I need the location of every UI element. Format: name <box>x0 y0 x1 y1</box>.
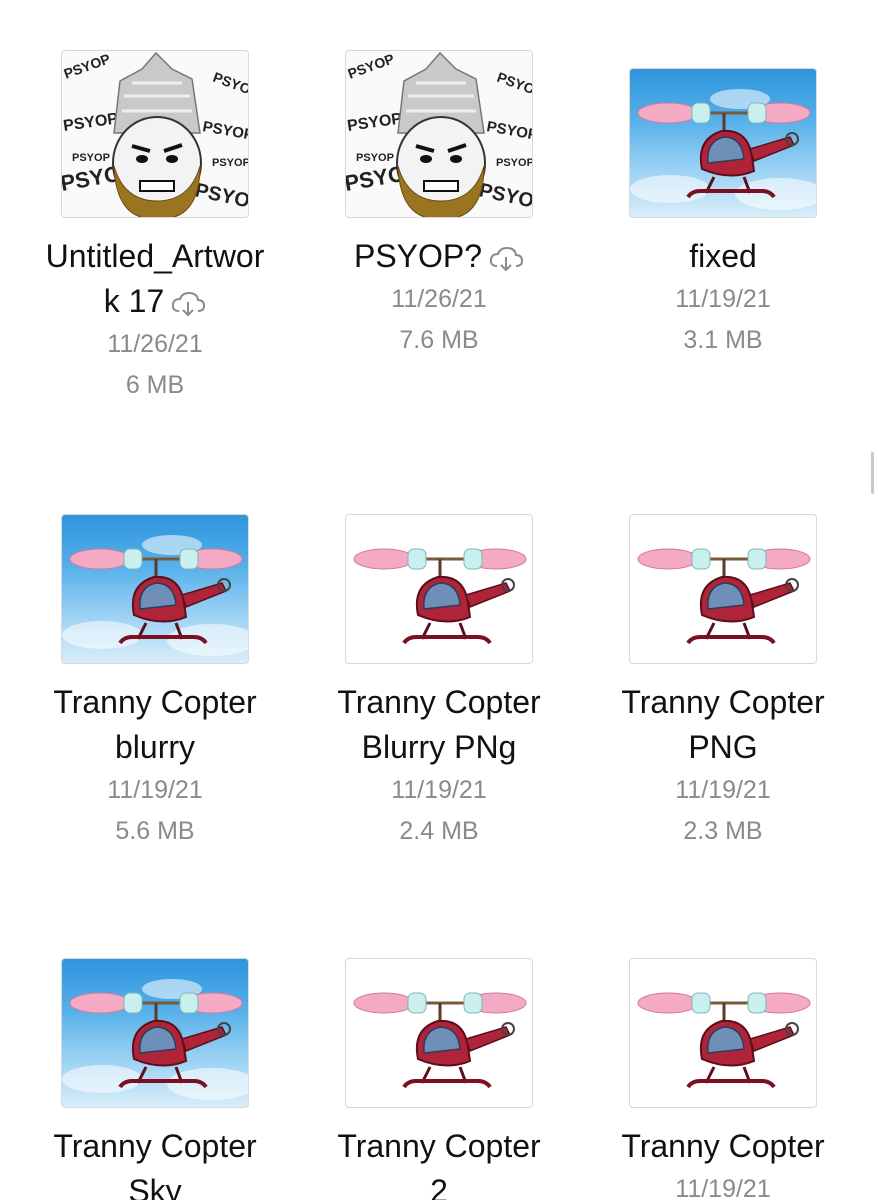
helicopter-image <box>346 535 532 656</box>
file-thumbnail[interactable] <box>629 68 817 218</box>
file-name: Tranny Copter PNG 11/19/21 2.3 MB <box>581 680 865 852</box>
file-item[interactable]: Tranny Copter PNG 11/19/21 2.3 MB <box>581 496 865 856</box>
file-date: 11/19/21 <box>675 776 771 804</box>
file-item[interactable]: Tranny Copter Sky <box>13 940 297 1200</box>
file-item[interactable]: fixed 11/19/21 3.1 MB <box>581 50 865 410</box>
helicopter-image <box>62 535 248 656</box>
svg-text:PSYOP: PSYOP <box>193 179 249 215</box>
file-thumbnail[interactable] <box>345 958 533 1108</box>
file-name: Tranny Copter 11/19/21 <box>581 1124 865 1200</box>
file-thumbnail[interactable] <box>61 958 249 1108</box>
svg-text:PSYOP: PSYOP <box>211 69 249 101</box>
file-name: Untitled_Artwor k 17 11/26/21 6 MB <box>13 234 297 406</box>
file-name: Tranny Copter Blurry PNg 11/19/21 2.4 MB <box>297 680 581 852</box>
file-item[interactable]: PSYOP PSYOP PSYOP PSYOP PSYOP PSYOP PSYO… <box>13 50 297 410</box>
file-size: 5.6 MB <box>115 817 195 845</box>
file-item[interactable]: Tranny Copter blurry 11/19/21 5.6 MB <box>13 496 297 856</box>
file-name: Tranny Copter 2 <box>337 1128 541 1200</box>
svg-text:PSYOP: PSYOP <box>485 118 533 144</box>
file-name: PSYOP? 11/26/21 7.6 MB <box>297 234 581 361</box>
file-size: 2.4 MB <box>399 817 479 845</box>
file-date: 11/26/21 <box>391 285 487 313</box>
file-item[interactable]: PSYOP PSYOP PSYOP PSYOP PSYOP PSYOP PSYO… <box>297 50 581 410</box>
file-date: 11/19/21 <box>107 776 203 804</box>
file-thumbnail[interactable] <box>629 958 817 1108</box>
helicopter-image <box>630 979 816 1100</box>
file-size: 6 MB <box>125 371 185 399</box>
helicopter-image <box>346 979 532 1100</box>
file-thumbnail[interactable] <box>345 514 533 664</box>
svg-text:PSYOP: PSYOP <box>346 51 396 82</box>
svg-text:PSYOP: PSYOP <box>72 152 110 164</box>
file-thumbnail[interactable] <box>629 514 817 664</box>
file-name: Tranny Copter Sky <box>53 1128 257 1200</box>
file-name: Tranny Copter blurry 11/19/21 5.6 MB <box>13 680 297 852</box>
helicopter-image <box>630 89 816 210</box>
svg-text:PSYOP: PSYOP <box>62 110 119 135</box>
svg-text:PSYOP: PSYOP <box>496 157 533 169</box>
svg-text:PSYOP: PSYOP <box>477 179 533 215</box>
scroll-indicator[interactable] <box>871 452 874 494</box>
file-item[interactable]: Tranny Copter 2 <box>297 940 581 1200</box>
svg-text:PSYOP: PSYOP <box>356 152 394 164</box>
file-size: 7.6 MB <box>399 326 479 354</box>
file-date: 11/19/21 <box>675 1175 771 1200</box>
helicopter-image <box>630 535 816 656</box>
file-date: 11/19/21 <box>675 285 771 313</box>
file-date: 11/26/21 <box>107 330 203 358</box>
svg-text:PSYOP: PSYOP <box>495 69 533 101</box>
file-size: 3.1 MB <box>683 326 763 354</box>
svg-text:PSYOP: PSYOP <box>201 118 249 144</box>
file-date: 11/19/21 <box>391 776 487 804</box>
file-size: 2.3 MB <box>683 817 763 845</box>
file-name: fixed 11/19/21 3.1 MB <box>581 234 865 361</box>
file-item[interactable]: Tranny Copter Blurry PNg 11/19/21 2.4 MB <box>297 496 581 856</box>
file-grid: PSYOP PSYOP PSYOP PSYOP PSYOP PSYOP PSYO… <box>0 0 878 1200</box>
svg-text:PSYOP: PSYOP <box>212 157 249 169</box>
file-thumbnail[interactable]: PSYOP PSYOP PSYOP PSYOP PSYOP PSYOP PSYO… <box>345 50 533 218</box>
file-item[interactable]: Tranny Copter 11/19/21 <box>581 940 865 1200</box>
svg-text:PSYOP: PSYOP <box>346 110 403 135</box>
file-thumbnail[interactable] <box>61 514 249 664</box>
cloud-download-icon[interactable] <box>488 246 524 272</box>
helicopter-image <box>62 979 248 1100</box>
cloud-download-icon[interactable] <box>170 291 206 317</box>
file-thumbnail[interactable]: PSYOP PSYOP PSYOP PSYOP PSYOP PSYOP PSYO… <box>61 50 249 218</box>
svg-text:PSYOP: PSYOP <box>62 51 112 82</box>
